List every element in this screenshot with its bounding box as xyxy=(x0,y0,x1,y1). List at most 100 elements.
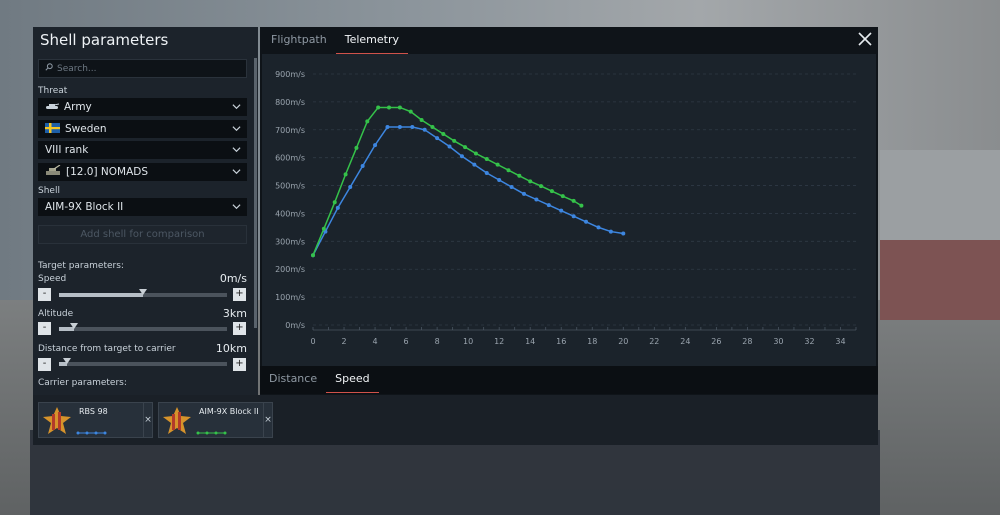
distance-value: 10km xyxy=(215,342,247,355)
distance-slider-handle[interactable] xyxy=(63,358,72,364)
rank-dropdown[interactable]: VIII rank xyxy=(38,141,247,159)
data-point xyxy=(365,119,370,124)
data-point xyxy=(348,184,353,189)
y-tick-label: 100m/s xyxy=(275,293,305,302)
data-point xyxy=(452,138,457,143)
y-tick-label: 500m/s xyxy=(275,182,305,191)
x-tick-label: 6 xyxy=(404,337,409,346)
x-tick-label: 32 xyxy=(804,337,814,346)
tab-flightpath[interactable]: Flightpath xyxy=(262,27,336,54)
shell-dropdown[interactable]: AIM-9X Block II xyxy=(38,198,247,216)
data-point xyxy=(528,179,533,184)
speed-plus-button[interactable]: + xyxy=(233,288,246,301)
close-icon[interactable] xyxy=(857,31,873,47)
remove-card-button[interactable]: × xyxy=(143,403,152,437)
y-tick-label: 400m/s xyxy=(275,209,305,218)
altitude-value: 3km xyxy=(222,307,247,320)
x-tick-label: 14 xyxy=(525,337,535,346)
altitude-plus-button[interactable]: + xyxy=(233,322,246,335)
speed-slider-handle[interactable] xyxy=(139,289,147,295)
chevron-down-icon xyxy=(232,204,241,210)
y-tick-label: 900m/s xyxy=(275,70,305,79)
data-point xyxy=(521,191,526,196)
data-point xyxy=(408,109,413,114)
data-point xyxy=(473,151,478,156)
threat-label: Threat xyxy=(38,86,68,96)
speed-slider[interactable] xyxy=(59,289,227,297)
data-point xyxy=(497,177,502,182)
x-tick-label: 20 xyxy=(618,337,628,346)
distance-minus-button[interactable]: - xyxy=(38,358,51,371)
data-point xyxy=(584,219,589,224)
search-input[interactable]: Search... xyxy=(38,59,247,78)
x-tick-label: 18 xyxy=(587,337,597,346)
data-point xyxy=(447,144,452,149)
altitude-slider[interactable] xyxy=(59,323,227,331)
tab-telemetry[interactable]: Telemetry xyxy=(335,27,409,54)
x-tick-label: 12 xyxy=(494,337,504,346)
data-point xyxy=(579,203,584,208)
shell-value: AIM-9X Block II xyxy=(45,201,124,213)
series-legend-green xyxy=(196,431,227,435)
distance-plus-button[interactable]: + xyxy=(233,358,246,371)
data-point xyxy=(435,136,440,141)
threat-dropdown[interactable]: Army xyxy=(38,98,247,116)
vehicle-dropdown[interactable]: [12.0] NOMADS xyxy=(38,163,247,181)
speed-slider-fill xyxy=(59,293,143,297)
data-point xyxy=(506,168,511,173)
distance-slider[interactable] xyxy=(59,358,227,366)
y-tick-label: 700m/s xyxy=(275,126,305,135)
shell-card-rbs98[interactable]: RBS 98 × xyxy=(38,402,153,438)
remove-card-button[interactable]: × xyxy=(263,403,272,437)
rank-value: VIII rank xyxy=(45,144,89,156)
y-tick-label: 200m/s xyxy=(275,265,305,274)
altitude-minus-button[interactable]: - xyxy=(38,322,51,335)
x-tick-label: 4 xyxy=(373,337,378,346)
tab-distance[interactable]: Distance xyxy=(260,366,326,393)
top-tab-bar: Flightpath Telemetry xyxy=(262,27,409,54)
missile-icon xyxy=(43,407,71,434)
add-shell-button[interactable]: Add shell for comparison xyxy=(38,225,247,244)
panel-scrollbar[interactable] xyxy=(254,58,257,328)
vehicle-icon xyxy=(45,164,61,180)
altitude-slider-handle[interactable] xyxy=(70,323,79,329)
x-tick-label: 26 xyxy=(711,337,721,346)
y-tick-label: 0m/s xyxy=(285,321,305,330)
data-point xyxy=(397,124,402,129)
data-point xyxy=(539,184,544,189)
data-point xyxy=(484,157,489,162)
data-point xyxy=(419,118,424,123)
x-tick-label: 22 xyxy=(649,337,659,346)
data-point xyxy=(441,131,446,136)
x-tick-label: 2 xyxy=(341,337,346,346)
shell-card-aim9x[interactable]: AIM-9X Block II × xyxy=(158,402,273,438)
data-point xyxy=(534,197,539,202)
data-point xyxy=(387,105,392,110)
data-point xyxy=(549,189,554,194)
data-point xyxy=(621,231,626,236)
data-point xyxy=(410,124,415,129)
vehicle-value: [12.0] NOMADS xyxy=(66,166,149,178)
x-tick-label: 10 xyxy=(463,337,473,346)
data-point xyxy=(559,208,564,213)
x-tick-label: 16 xyxy=(556,337,566,346)
panel-title: Shell parameters xyxy=(40,31,169,49)
data-point xyxy=(430,124,435,129)
data-point xyxy=(517,173,522,178)
data-point xyxy=(373,143,378,148)
chevron-down-icon xyxy=(232,104,241,110)
country-dropdown[interactable]: Sweden xyxy=(38,120,247,138)
data-point xyxy=(571,214,576,219)
data-point xyxy=(385,124,390,129)
chart-svg: 0m/s 100m/s 200m/s 300m/s 400m/s 500m/s 600m/s… xyxy=(275,70,857,346)
card-name: AIM-9X Block II xyxy=(199,407,259,416)
data-point xyxy=(596,225,601,230)
data-point xyxy=(509,184,514,189)
data-point xyxy=(335,205,340,210)
card-name: RBS 98 xyxy=(79,407,108,416)
data-point xyxy=(472,162,477,167)
speed-minus-button[interactable]: - xyxy=(38,288,51,301)
x-tick-label: 28 xyxy=(742,337,752,346)
data-point xyxy=(560,194,565,199)
tab-speed[interactable]: Speed xyxy=(326,366,380,393)
